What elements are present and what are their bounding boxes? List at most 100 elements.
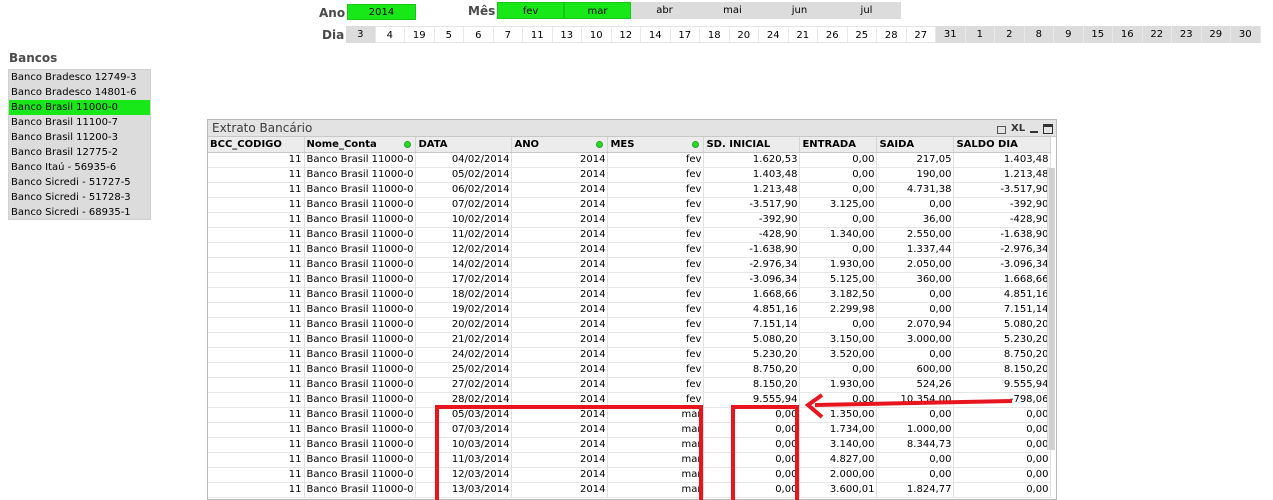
dia-item-25[interactable]: 25 (847, 26, 877, 43)
mes-item-jun[interactable]: jun (766, 2, 833, 19)
banco-item[interactable]: Banco Bradesco 14801-6 (9, 85, 150, 100)
table-cell: 2014 (511, 302, 609, 318)
vertical-scrollbar[interactable] (1047, 168, 1055, 450)
banco-item[interactable]: Banco Brasil 12775-2 (9, 145, 150, 160)
table-cell: 0,00 (799, 362, 878, 378)
mes-item-mai[interactable]: mai (699, 2, 766, 19)
dia-item-2[interactable]: 2 (995, 26, 1025, 43)
search-indicator-icon[interactable] (692, 141, 700, 148)
dia-item-7[interactable]: 7 (493, 26, 523, 43)
dia-item-14[interactable]: 14 (641, 26, 671, 43)
table-cell: -3.096,34 (703, 272, 801, 288)
column-header[interactable]: SD. INICIAL (703, 137, 801, 153)
dia-item-6[interactable]: 6 (464, 26, 494, 43)
dia-item-4[interactable]: 4 (375, 26, 405, 43)
search-indicator-icon[interactable] (596, 141, 604, 148)
search-indicator-icon[interactable] (404, 141, 412, 148)
dia-item-23[interactable]: 23 (1172, 26, 1202, 43)
scrollbar-thumb[interactable] (1049, 168, 1055, 450)
table-row[interactable]: 11 Banco Brasil 11000-0 21/02/2014 2014 fev 5… (208, 332, 1052, 348)
table-cell: 190,00 (876, 167, 955, 183)
banco-item[interactable]: Banco Sicredi - 51727-5 (9, 175, 150, 190)
mes-item-abr[interactable]: abr (631, 2, 698, 19)
banco-item[interactable]: Banco Brasil 11100-7 (9, 115, 150, 130)
dia-item-22[interactable]: 22 (1142, 26, 1172, 43)
table-row[interactable]: 11 Banco Brasil 11000-0 18/02/2014 2014 fev 1… (208, 287, 1052, 303)
bancos-title: Bancos (9, 51, 58, 65)
banco-item[interactable]: Banco Brasil 11000-0 (9, 100, 150, 115)
table-cell: 11 (208, 257, 305, 273)
table-cell: 1.340,00 (799, 227, 878, 243)
dia-item-26[interactable]: 26 (818, 26, 848, 43)
table-cell: 11 (208, 182, 305, 198)
mes-item-jul[interactable]: jul (833, 2, 900, 19)
dia-item-5[interactable]: 5 (434, 26, 464, 43)
dia-item-10[interactable]: 10 (582, 26, 612, 43)
dia-item-29[interactable]: 29 (1201, 26, 1231, 43)
banco-item[interactable]: Banco Itaú - 56935-6 (9, 160, 150, 175)
excel-export-icon[interactable]: XL (1011, 123, 1025, 135)
banco-item[interactable]: Banco Brasil 11200-3 (9, 130, 150, 145)
table-cell: 3.520,00 (799, 347, 878, 363)
dia-item-31[interactable]: 31 (936, 26, 966, 43)
dia-item-13[interactable]: 13 (552, 26, 582, 43)
table-cell: 3.000,00 (876, 332, 955, 348)
column-header[interactable]: BCC_CODIGO (208, 137, 305, 153)
column-header[interactable]: Nome_Conta (304, 137, 417, 153)
table-row[interactable]: 11 Banco Brasil 11000-0 10/02/2014 2014 fev -… (208, 212, 1052, 228)
column-header[interactable]: SALDO DIA (953, 137, 1052, 153)
ano-2014-selected[interactable]: 2014 (347, 4, 416, 20)
dia-item-18[interactable]: 18 (700, 26, 730, 43)
dia-item-17[interactable]: 17 (670, 26, 700, 43)
table-row[interactable]: 11 Banco Brasil 11000-0 05/02/2014 2014 fev 1… (208, 167, 1052, 183)
dia-item-8[interactable]: 8 (1024, 26, 1054, 43)
table-row[interactable]: 11 Banco Brasil 11000-0 19/02/2014 2014 fev 4… (208, 302, 1052, 318)
minimize-icon[interactable] (1030, 125, 1038, 133)
banco-item[interactable]: Banco Sicredi - 51728-3 (9, 190, 150, 205)
table-row[interactable]: 11 Banco Brasil 11000-0 20/02/2014 2014 fev 7… (208, 317, 1052, 333)
dia-item-15[interactable]: 15 (1083, 26, 1113, 43)
table-row[interactable]: 11 Banco Brasil 11000-0 07/02/2014 2014 fev -… (208, 197, 1052, 213)
table-cell: 2014 (511, 347, 609, 363)
banco-item[interactable]: Banco Sicredi - 68935-1 (9, 205, 150, 220)
dia-item-30[interactable]: 30 (1231, 26, 1261, 43)
dia-item-28[interactable]: 28 (877, 26, 907, 43)
dia-item-3[interactable]: 3 (346, 26, 376, 43)
table-row[interactable]: 11 Banco Brasil 11000-0 17/02/2014 2014 fev -… (208, 272, 1052, 288)
table-cell: -3.517,90 (703, 197, 801, 213)
dia-item-12[interactable]: 12 (611, 26, 641, 43)
column-header[interactable]: DATA (415, 137, 513, 153)
column-header[interactable]: SAIDA (876, 137, 955, 153)
dia-item-24[interactable]: 24 (759, 26, 789, 43)
table-row[interactable]: 11 Banco Brasil 11000-0 24/02/2014 2014 fev 5… (208, 347, 1052, 363)
column-header[interactable]: ENTRADA (799, 137, 878, 153)
table-row[interactable]: 11 Banco Brasil 11000-0 04/02/2014 2014 fev 1… (208, 152, 1052, 168)
table-cell: 1.403,48 (953, 152, 1052, 168)
dia-item-20[interactable]: 20 (729, 26, 759, 43)
column-header[interactable]: MES (607, 137, 705, 153)
dia-item-19[interactable]: 19 (405, 26, 435, 43)
table-row[interactable]: 11 Banco Brasil 11000-0 27/02/2014 2014 fev 8… (208, 377, 1052, 393)
dia-item-9[interactable]: 9 (1054, 26, 1084, 43)
mes-item-fev[interactable]: fev (497, 2, 564, 19)
print-icon[interactable] (997, 125, 1006, 134)
column-header[interactable]: ANO (511, 137, 609, 153)
table-row[interactable]: 11 Banco Brasil 11000-0 25/02/2014 2014 fev 8… (208, 362, 1052, 378)
table-row[interactable]: 11 Banco Brasil 11000-0 06/02/2014 2014 fev 1… (208, 182, 1052, 198)
table-cell: -3.517,90 (953, 182, 1052, 198)
table-row[interactable]: 11 Banco Brasil 11000-0 14/02/2014 2014 fev -… (208, 257, 1052, 273)
dia-item-1[interactable]: 1 (965, 26, 995, 43)
table-cell: 2014 (511, 227, 609, 243)
table-cell: 3.182,50 (799, 287, 878, 303)
mes-item-mar[interactable]: mar (564, 2, 631, 19)
table-cell: 2014 (511, 152, 609, 168)
dia-item-16[interactable]: 16 (1113, 26, 1143, 43)
table-row[interactable]: 11 Banco Brasil 11000-0 11/02/2014 2014 fev -… (208, 227, 1052, 243)
dia-item-27[interactable]: 27 (906, 26, 936, 43)
dia-item-21[interactable]: 21 (788, 26, 818, 43)
table-cell: Banco Brasil 11000-0 (304, 437, 417, 453)
maximize-icon[interactable] (1043, 123, 1053, 134)
banco-item[interactable]: Banco Bradesco 12749-3 (9, 70, 150, 85)
dia-item-11[interactable]: 11 (523, 26, 553, 43)
table-row[interactable]: 11 Banco Brasil 11000-0 12/02/2014 2014 fev -… (208, 242, 1052, 258)
